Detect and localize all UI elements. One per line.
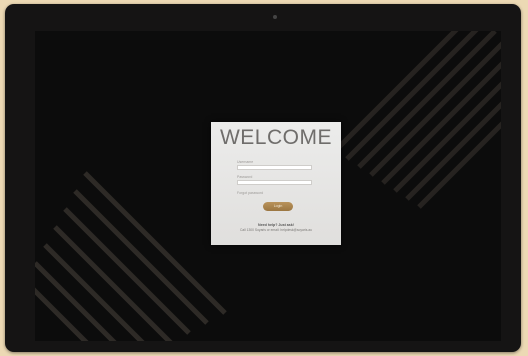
password-field[interactable] bbox=[237, 180, 312, 185]
username-label: Username bbox=[237, 160, 254, 164]
monitor-bezel: WELCOME Username Password Forgot passwor… bbox=[5, 4, 521, 352]
username-field[interactable] bbox=[237, 165, 312, 170]
desk-background: WELCOME Username Password Forgot passwor… bbox=[0, 0, 528, 356]
help-title: Need help? Just ask! bbox=[258, 223, 294, 227]
forgot-password-link[interactable]: Forgot password bbox=[237, 191, 263, 195]
webcam-icon bbox=[273, 15, 277, 19]
login-card: WELCOME Username Password Forgot passwor… bbox=[211, 122, 341, 245]
help-contact-text: Call 1300 Soyaris or email: helpdesk@soy… bbox=[240, 228, 312, 232]
welcome-title: WELCOME bbox=[219, 126, 332, 149]
monitor-screen: WELCOME Username Password Forgot passwor… bbox=[35, 31, 501, 341]
password-label: Password bbox=[237, 175, 253, 179]
login-button[interactable]: Login bbox=[263, 202, 293, 211]
